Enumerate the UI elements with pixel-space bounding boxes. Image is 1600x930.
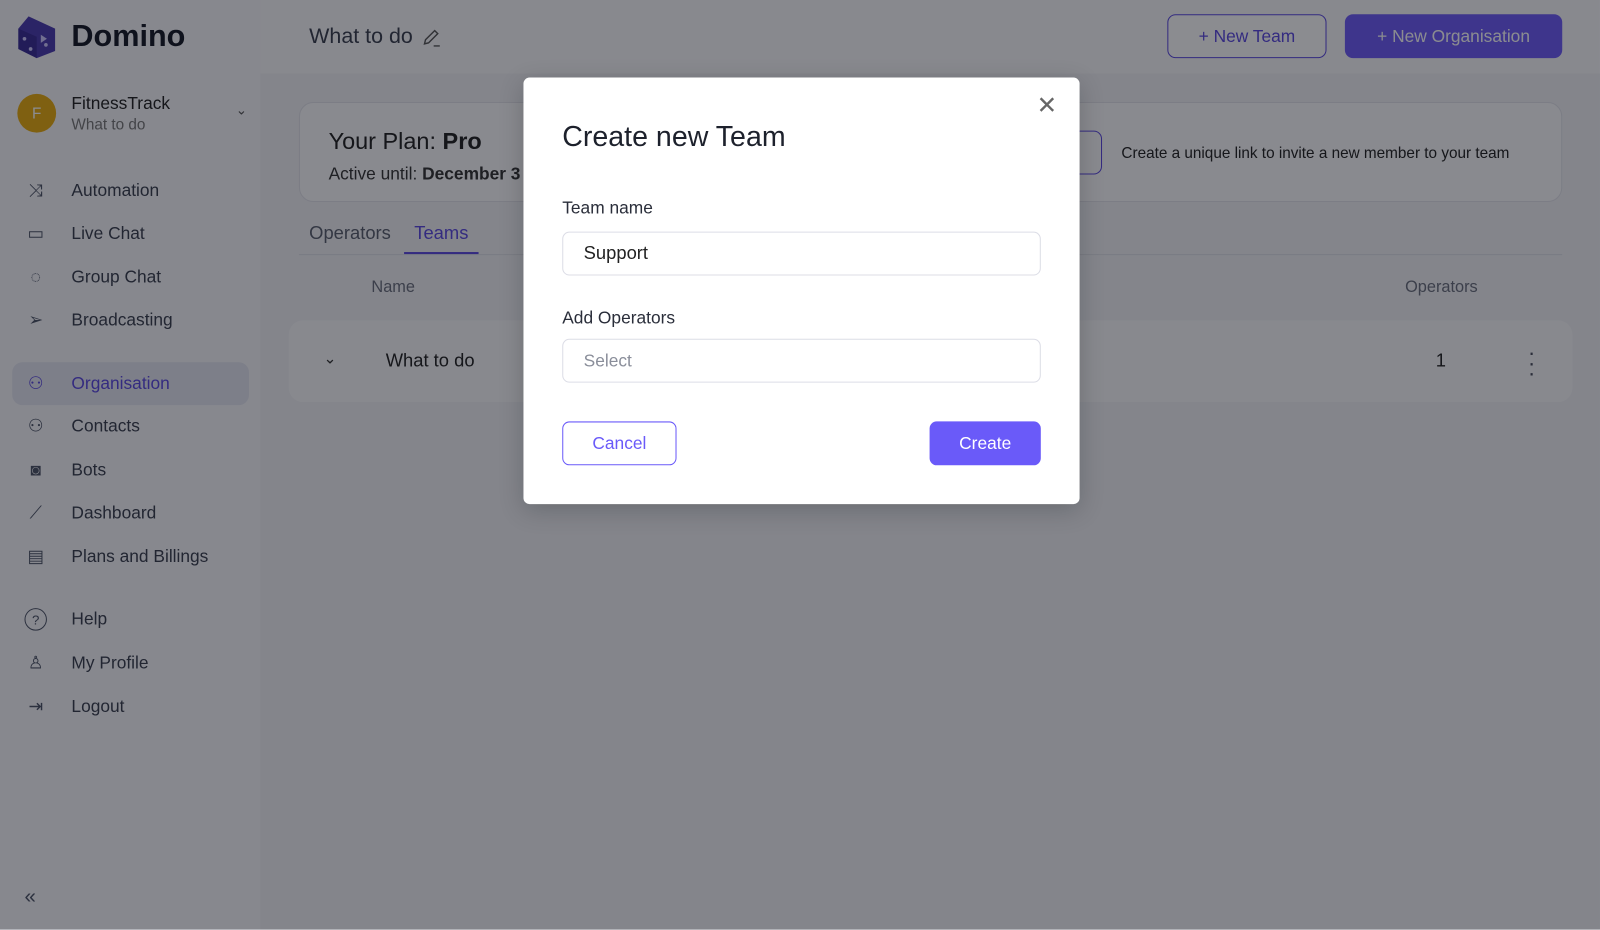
add-operators-label: Add Operators <box>562 308 676 328</box>
modal-title: Create new Team <box>562 120 786 153</box>
create-team-modal: ✕ Create new Team Team name Support Add … <box>523 77 1080 505</box>
close-icon[interactable]: ✕ <box>1037 93 1058 118</box>
operators-select[interactable]: Select <box>562 338 1041 383</box>
cancel-button[interactable]: Cancel <box>562 421 677 466</box>
team-name-label: Team name <box>562 197 653 218</box>
team-name-input[interactable]: Support <box>562 231 1041 276</box>
create-button[interactable]: Create <box>929 421 1041 466</box>
